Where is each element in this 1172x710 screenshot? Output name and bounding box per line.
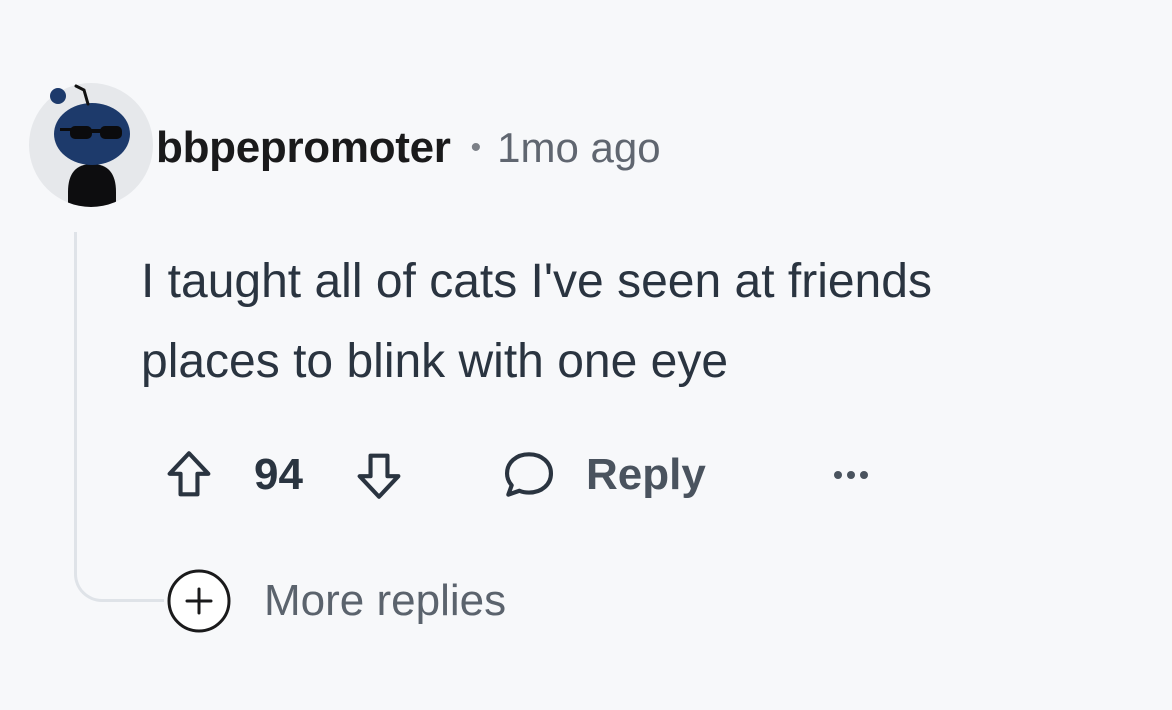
downvote-arrow-icon [357, 453, 401, 499]
username-link[interactable]: bbpepromoter [156, 123, 451, 173]
downvote-button[interactable] [348, 440, 410, 510]
more-replies-button[interactable]: More replies [166, 568, 506, 634]
more-replies-label: More replies [264, 576, 507, 625]
comment-card: bbpepromoter • 1mo ago I taught all of c… [0, 0, 1172, 710]
action-bar: 94 Reply [158, 440, 918, 510]
upvote-arrow-icon [167, 451, 211, 497]
upvote-button[interactable] [158, 440, 220, 510]
timestamp[interactable]: 1mo ago [497, 124, 660, 172]
avatar[interactable] [26, 80, 156, 210]
vote-score: 94 [254, 450, 303, 499]
snoo-avatar-icon [29, 83, 153, 207]
comment-meta: bbpepromoter • 1mo ago [156, 120, 661, 176]
plus-circle-icon [167, 569, 231, 633]
comment-body-line: places to blink with one eye [141, 335, 729, 388]
more-options-button[interactable] [826, 440, 876, 510]
reply-label: Reply [586, 450, 706, 499]
comment-body-line: I taught all of cats I've seen at friend… [141, 255, 932, 308]
speech-bubble-icon [504, 452, 554, 497]
meta-separator: • [470, 131, 482, 164]
comment-body: I taught all of cats I've seen at friend… [141, 242, 1141, 402]
reply-button[interactable]: Reply [498, 440, 706, 510]
ellipsis-icon [834, 471, 868, 479]
